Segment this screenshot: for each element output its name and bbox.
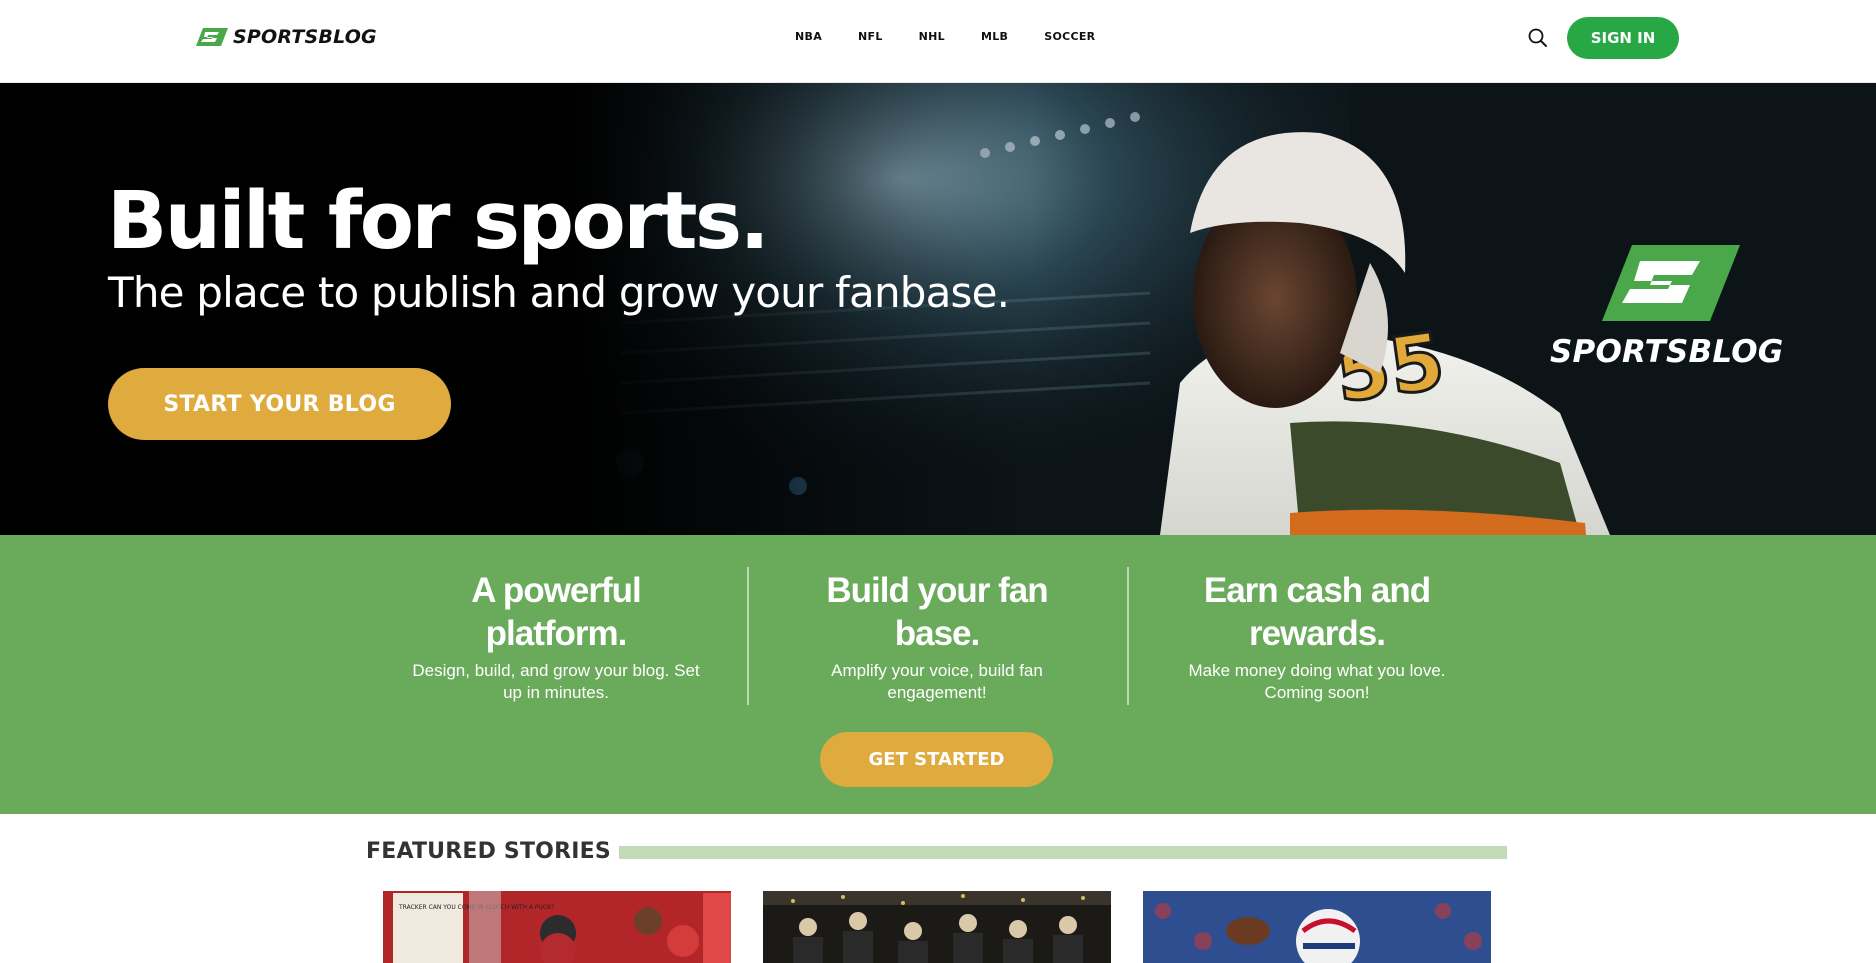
- feature-earn-cash: Earn cash and rewards. Make money doing …: [1172, 569, 1462, 704]
- feature-title: Build your fan base.: [826, 571, 1048, 653]
- hockey-crowd-photo: TRACKER CAN YOU COME IN CLUTCH WITH A PU…: [383, 891, 731, 963]
- sportsblog-logo-icon: [1601, 245, 1740, 321]
- featured-heading-rule: [619, 846, 1507, 859]
- feature-title: A powerful platform.: [471, 571, 642, 653]
- site-header: SPORTSBLOG NBA NFL NHL MLB SOCCER SIGN I…: [0, 0, 1876, 83]
- feature-title: Earn cash and rewards.: [1203, 571, 1431, 653]
- championship-celebration-photo: [763, 891, 1111, 963]
- story-card-2[interactable]: [763, 891, 1111, 963]
- main-nav: NBA NFL NHL MLB SOCCER: [795, 30, 1095, 43]
- search-icon: [1528, 28, 1547, 47]
- features-band: A powerful platform. Design, build, and …: [0, 535, 1876, 814]
- story-card-1[interactable]: TRACKER CAN YOU COME IN CLUTCH WITH A PU…: [383, 891, 731, 963]
- featured-stories-heading: FEATURED STORIES: [366, 839, 611, 864]
- feature-divider: [1127, 567, 1129, 705]
- football-player-photo: [1143, 891, 1491, 963]
- logo-text: SPORTSBLOG: [233, 26, 377, 48]
- feature-fan-base: Build your fan base. Amplify your voice,…: [792, 569, 1082, 704]
- nav-item-nhl[interactable]: NHL: [919, 30, 945, 43]
- site-logo[interactable]: SPORTSBLOG: [195, 26, 377, 48]
- hero-banner: 55 Built for sports. The place to publis…: [0, 83, 1876, 535]
- sportsblog-logo-icon: [196, 28, 228, 46]
- nav-item-mlb[interactable]: MLB: [981, 30, 1008, 43]
- hero-logo: SPORTSBLOG: [1550, 243, 1783, 370]
- hero-title: Built for sports.: [107, 175, 770, 267]
- hero-logo-text: SPORTSBLOG: [1550, 334, 1784, 370]
- hero-subtitle: The place to publish and grow your fanba…: [108, 268, 1010, 317]
- search-button[interactable]: [1526, 26, 1550, 50]
- feature-desc: Amplify your voice, build fan engagement…: [831, 661, 1043, 702]
- sign-in-button[interactable]: SIGN IN: [1567, 17, 1679, 59]
- feature-desc: Make money doing what you love. Coming s…: [1188, 661, 1446, 702]
- feature-divider: [747, 567, 749, 705]
- nav-item-nfl[interactable]: NFL: [858, 30, 883, 43]
- nav-item-soccer[interactable]: SOCCER: [1044, 30, 1095, 43]
- feature-desc: Design, build, and grow your blog. Set u…: [412, 661, 700, 702]
- nav-item-nba[interactable]: NBA: [795, 30, 822, 43]
- feature-platform: A powerful platform. Design, build, and …: [411, 569, 701, 704]
- start-your-blog-button[interactable]: START YOUR BLOG: [108, 368, 451, 440]
- story-card-3[interactable]: [1143, 891, 1491, 963]
- get-started-button[interactable]: GET STARTED: [820, 732, 1053, 787]
